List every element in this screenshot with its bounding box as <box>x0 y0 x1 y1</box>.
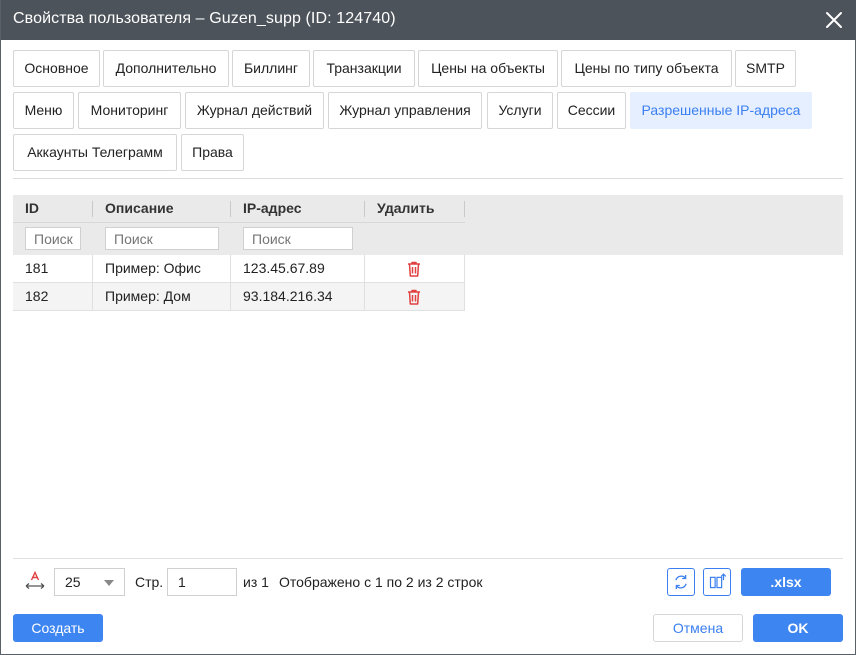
page-size-select[interactable]: 25 <box>54 568 125 596</box>
cell-id: 181 <box>25 260 49 276</box>
page-total-label: из 1 <box>243 574 269 590</box>
tab-basic[interactable]: Основное <box>13 50 100 87</box>
pager-summary: Отображено с 1 по 2 из 2 строк <box>279 574 483 590</box>
tab-object-prices[interactable]: Цены на объекты <box>418 50 558 87</box>
cell-divider <box>464 255 465 283</box>
refresh-button[interactable] <box>667 568 695 596</box>
page-number-input[interactable] <box>167 568 237 596</box>
column-header-ip[interactable]: IP-адрес <box>231 195 365 222</box>
columns-icon <box>709 573 727 589</box>
export-xlsx-button[interactable]: .xlsx <box>741 568 831 596</box>
tab-smtp[interactable]: SMTP <box>735 50 796 87</box>
refresh-icon <box>675 575 687 589</box>
cell-description: Пример: Дом <box>105 288 191 304</box>
tab-telegram-accounts[interactable]: Аккаунты Телеграмм <box>13 134 177 171</box>
tab-services[interactable]: Услуги <box>487 92 553 129</box>
cancel-button[interactable]: Отмена <box>653 614 743 642</box>
tab-object-type-prices[interactable]: Цены по типу объекта <box>561 50 732 87</box>
filter-id-input[interactable] <box>25 227 81 250</box>
cell-ip: 123.45.67.89 <box>243 260 325 276</box>
page-size-value: 25 <box>65 574 81 590</box>
table-row[interactable]: 182 Пример: Дом 93.184.216.34 <box>13 283 465 311</box>
trash-icon[interactable] <box>407 261 421 277</box>
tab-sessions[interactable]: Сессии <box>557 92 626 129</box>
filter-description-input[interactable] <box>105 227 219 250</box>
chevron-down-icon <box>104 580 114 586</box>
columns-button[interactable] <box>703 568 731 596</box>
dialog-titlebar: Свойства пользователя – Guzen_supp (ID: … <box>1 0 856 40</box>
grid-header: ID Описание IP-адрес Удалить <box>13 195 843 255</box>
column-header-id[interactable]: ID <box>13 195 93 222</box>
tab-allowed-ip[interactable]: Разрешенные IP-адреса <box>630 92 812 129</box>
ok-button[interactable]: OK <box>753 614 843 642</box>
page-label: Стр. <box>135 574 164 590</box>
cell-divider <box>464 283 465 311</box>
header-separator <box>13 222 465 223</box>
cell-description: Пример: Офис <box>105 260 201 276</box>
tabs-divider <box>13 178 843 179</box>
cell-divider <box>364 283 365 311</box>
column-header-description[interactable]: Описание <box>93 195 231 222</box>
pager-divider <box>13 558 843 559</box>
create-button[interactable]: Создать <box>13 614 103 642</box>
cell-id: 182 <box>25 288 49 304</box>
tab-menu[interactable]: Меню <box>13 92 74 129</box>
tab-additional[interactable]: Дополнительно <box>103 50 229 87</box>
close-icon[interactable] <box>825 11 843 29</box>
table-row[interactable]: 181 Пример: Офис 123.45.67.89 <box>13 255 465 283</box>
tab-control-log[interactable]: Журнал управления <box>328 92 482 129</box>
filter-ip-input[interactable] <box>243 227 353 250</box>
font-size-icon[interactable] <box>25 571 45 591</box>
column-divider <box>464 201 465 217</box>
tab-transactions[interactable]: Транзакции <box>313 50 415 87</box>
dialog-title: Свойства пользователя – Guzen_supp (ID: … <box>13 10 396 27</box>
cell-ip: 93.184.216.34 <box>243 288 333 304</box>
tab-permissions[interactable]: Права <box>181 134 244 171</box>
tab-action-log[interactable]: Журнал действий <box>185 92 324 129</box>
cell-divider <box>364 255 365 283</box>
tab-monitoring[interactable]: Мониторинг <box>78 92 181 129</box>
user-properties-dialog: Свойства пользователя – Guzen_supp (ID: … <box>0 0 856 655</box>
tab-billing[interactable]: Биллинг <box>232 50 310 87</box>
trash-icon[interactable] <box>407 289 421 305</box>
column-header-delete: Удалить <box>377 200 435 216</box>
